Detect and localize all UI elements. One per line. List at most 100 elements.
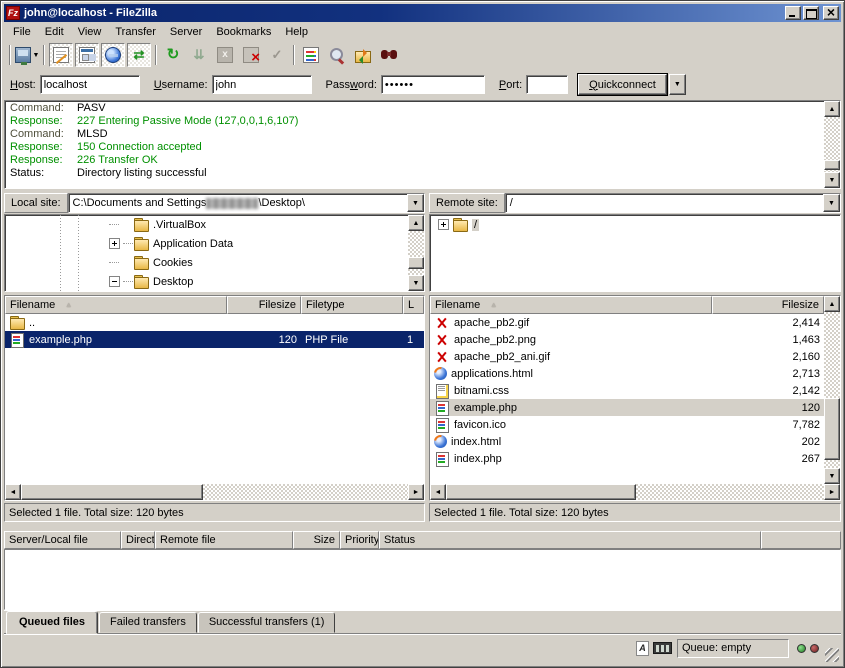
scroll-thumb[interactable] — [824, 160, 840, 170]
column-filename[interactable]: Filename▲ — [430, 296, 712, 314]
find-files-button[interactable] — [377, 43, 401, 67]
scroll-up-icon[interactable]: ▲ — [408, 215, 424, 231]
list-item[interactable]: index.php267 — [430, 450, 824, 467]
tree-item[interactable]: Application Data — [5, 234, 408, 253]
tree-item[interactable]: Desktop — [5, 272, 408, 291]
queue-body[interactable] — [4, 549, 841, 610]
file-lists-row: Filename▲ Filesize Filetype L .. example… — [4, 295, 841, 520]
column-filesize[interactable]: Filesize — [227, 296, 301, 314]
html-file-icon — [434, 435, 447, 448]
site-manager-dropdown-arrow-icon[interactable]: ▼ — [33, 52, 40, 59]
scroll-thumb[interactable] — [21, 484, 203, 500]
folder-icon — [133, 275, 149, 289]
menu-bar: File Edit View Transfer Server Bookmarks… — [4, 22, 841, 41]
tab-successful-transfers[interactable]: Successful transfers (1) — [198, 612, 336, 633]
local-site-dropdown-arrow-icon[interactable]: ▼ — [407, 194, 424, 212]
toggle-local-tree-button[interactable] — [75, 43, 99, 67]
scroll-right-icon[interactable]: ► — [408, 484, 424, 500]
tree-item[interactable]: .VirtualBox — [5, 215, 408, 234]
scroll-left-icon[interactable]: ◄ — [5, 484, 21, 500]
column-direction[interactable]: Directi... — [121, 531, 155, 549]
scroll-down-icon[interactable]: ▼ — [824, 172, 840, 188]
list-item[interactable]: apache_pb2.png1,463 — [430, 331, 824, 348]
scroll-thumb[interactable] — [408, 257, 424, 269]
list-item[interactable]: index.html202 — [430, 433, 824, 450]
tree-item[interactable]: Cookies — [5, 253, 408, 272]
menu-help[interactable]: Help — [278, 24, 315, 40]
log-scrollbar[interactable]: ▲ ▼ — [824, 101, 840, 188]
list-item-selected[interactable]: example.php 120 PHP File 1 — [5, 331, 424, 348]
tab-queued-files[interactable]: Queued files — [6, 611, 98, 634]
column-last-modified[interactable]: L — [403, 296, 424, 314]
list-item-updir[interactable]: .. — [5, 314, 424, 331]
column-priority[interactable]: Priority — [340, 531, 379, 549]
synchronized-browsing-button[interactable] — [351, 43, 375, 67]
menu-bookmarks[interactable]: Bookmarks — [209, 24, 278, 40]
local-tree-scrollbar[interactable]: ▲ ▼ — [408, 215, 424, 291]
list-item[interactable]: apache_pb2.gif2,414 — [430, 314, 824, 331]
list-item[interactable]: applications.html2,713 — [430, 365, 824, 382]
scroll-down-icon[interactable]: ▼ — [408, 275, 424, 291]
scroll-up-icon[interactable]: ▲ — [824, 296, 840, 312]
tree-item-root[interactable]: / — [430, 215, 840, 234]
remote-list-hscrollbar[interactable]: ◄ ► — [430, 484, 840, 500]
expand-icon[interactable] — [438, 219, 449, 230]
list-item[interactable]: favicon.ico7,782 — [430, 416, 824, 433]
remote-site-combobox[interactable]: / ▼ — [505, 193, 841, 213]
quickconnect-bar: Host: Username: Password: Port: Quickcon… — [4, 69, 841, 100]
close-button[interactable] — [823, 6, 839, 20]
directory-filter-button[interactable] — [299, 43, 323, 67]
directory-compare-button[interactable] — [325, 43, 349, 67]
expand-icon[interactable] — [109, 238, 120, 249]
tab-failed-transfers[interactable]: Failed transfers — [99, 612, 197, 633]
collapse-icon[interactable] — [109, 276, 120, 287]
scroll-down-icon[interactable]: ▼ — [824, 468, 840, 484]
list-item[interactable]: bitnami.css2,142 — [430, 382, 824, 399]
scroll-left-icon[interactable]: ◄ — [430, 484, 446, 500]
host-input[interactable] — [40, 75, 140, 94]
remote-site-dropdown-arrow-icon[interactable]: ▼ — [823, 194, 840, 212]
column-size[interactable]: Size — [293, 531, 340, 549]
local-site-combobox[interactable]: C:\Documents and Settings\Desktop\ ▼ — [68, 193, 425, 213]
speed-limit-icon[interactable] — [653, 642, 672, 654]
list-item-selected[interactable]: example.php120 — [430, 399, 824, 416]
local-list-hscrollbar[interactable]: ◄ ► — [5, 484, 424, 500]
cancel-operation-button[interactable]: x — [213, 43, 237, 67]
menu-transfer[interactable]: Transfer — [108, 24, 163, 40]
menu-view[interactable]: View — [71, 24, 109, 40]
password-input[interactable] — [381, 75, 485, 94]
site-manager-button[interactable]: ▼ — [15, 43, 39, 67]
remote-list-header: Filename▲ Filesize — [430, 296, 824, 314]
scroll-thumb[interactable] — [824, 398, 840, 460]
remote-site-label: Remote site: — [429, 193, 505, 213]
column-filetype[interactable]: Filetype — [301, 296, 403, 314]
column-status[interactable]: Status — [379, 531, 761, 549]
log-line: Status:Directory listing successful — [5, 167, 824, 180]
resize-grip[interactable] — [825, 648, 839, 662]
scroll-right-icon[interactable]: ► — [824, 484, 840, 500]
quickconnect-dropdown-arrow-icon[interactable]: ▼ — [669, 74, 686, 95]
scroll-up-icon[interactable]: ▲ — [824, 101, 840, 117]
process-queue-button[interactable]: ⇊ — [187, 43, 211, 67]
scroll-thumb[interactable] — [446, 484, 636, 500]
port-input[interactable] — [526, 75, 568, 94]
column-filename[interactable]: Filename▲ — [5, 296, 227, 314]
toggle-message-log-button[interactable] — [49, 43, 73, 67]
column-server-local-file[interactable]: Server/Local file — [4, 531, 121, 549]
menu-file[interactable]: File — [6, 24, 38, 40]
remote-list-scrollbar[interactable]: ▲ ▼ — [824, 296, 840, 484]
refresh-button[interactable]: ↻ — [161, 43, 185, 67]
toggle-transfer-queue-button[interactable]: ⇄ — [127, 43, 151, 67]
username-input[interactable] — [212, 75, 312, 94]
menu-edit[interactable]: Edit — [38, 24, 71, 40]
column-filesize[interactable]: Filesize — [712, 296, 824, 314]
quickconnect-button[interactable]: Quickconnect — [578, 74, 667, 95]
column-remote-file[interactable]: Remote file — [155, 531, 293, 549]
toggle-remote-tree-button[interactable] — [101, 43, 125, 67]
menu-server[interactable]: Server — [163, 24, 209, 40]
maximize-button[interactable] — [803, 6, 819, 20]
minimize-button[interactable] — [785, 6, 801, 20]
list-item[interactable]: apache_pb2_ani.gif2,160 — [430, 348, 824, 365]
reconnect-button[interactable]: ✓ — [265, 43, 289, 67]
disconnect-button[interactable] — [239, 43, 263, 67]
